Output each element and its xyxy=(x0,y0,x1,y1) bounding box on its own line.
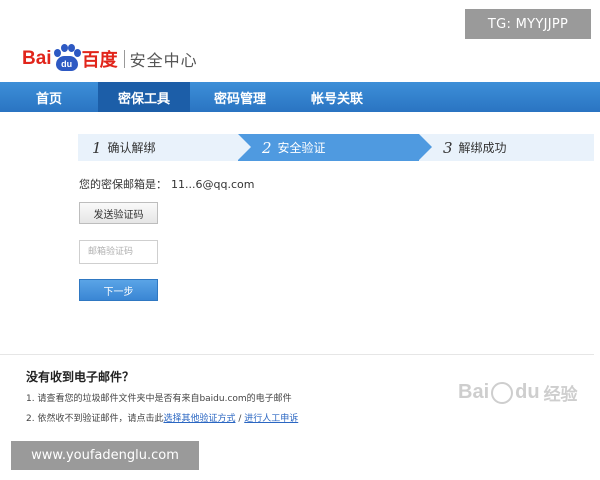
logo-du-text: du xyxy=(55,56,78,71)
nav-item-security-tools[interactable]: 密保工具 xyxy=(98,82,190,112)
help-title: 没有收到电子邮件？ xyxy=(26,370,135,384)
step-number: 2 xyxy=(262,138,272,157)
help-tip-1: 1. 请查看您的垃圾邮件文件夹中是否有来自baidu.com的电子邮件 xyxy=(26,394,292,404)
email-code-input[interactable] xyxy=(79,240,158,264)
help-tip-2: 2. 依然收不到验证邮件，请点击此选择其他验证方式 / 进行人工申诉 xyxy=(26,411,298,424)
section-divider xyxy=(0,354,594,355)
progress-steps: 1 确认解绑 2 安全验证 3 解绑成功 xyxy=(78,134,594,161)
step-confirm-unbind: 1 确认解绑 xyxy=(78,134,251,161)
step-security-verify: 2 安全验证 xyxy=(238,134,432,161)
nav-item-account-link[interactable]: 帐号关联 xyxy=(290,82,384,112)
jingyan-du-text: du xyxy=(515,381,540,403)
baidu-logo[interactable]: Bai du 百度 安全中心 xyxy=(22,42,198,76)
step-label: 解绑成功 xyxy=(458,141,507,155)
step-unbind-success: 3 解绑成功 xyxy=(419,134,594,161)
watermark-tg: TG: MYYJJPP xyxy=(465,9,591,39)
watermark-url: www.youfadenglu.com xyxy=(11,441,199,470)
step-label: 确认解绑 xyxy=(107,141,156,155)
send-code-button[interactable]: 发送验证码 xyxy=(79,202,158,224)
logo-divider xyxy=(123,50,125,68)
logo-bai-text: Bai xyxy=(22,48,52,69)
step-number: 1 xyxy=(92,138,102,157)
jingyan-paw-icon xyxy=(491,381,514,404)
next-step-button[interactable]: 下一步 xyxy=(79,279,158,301)
baidu-jingyan-watermark: Bai du 经验 xyxy=(458,380,578,405)
email-label: 您的密保邮箱是： xyxy=(79,178,167,191)
main-nav: 首页 密保工具 密码管理 帐号关联 xyxy=(0,82,600,112)
baidu-paw-icon: du xyxy=(53,44,81,74)
other-verify-method-link[interactable]: 选择其他验证方式 xyxy=(163,414,235,424)
manual-appeal-link[interactable]: 进行人工申诉 xyxy=(244,414,298,424)
nav-item-home[interactable]: 首页 xyxy=(0,82,98,112)
jingyan-cn-text: 经验 xyxy=(543,385,578,404)
step-number: 3 xyxy=(443,138,453,157)
step-label: 安全验证 xyxy=(277,141,326,155)
logo-subtitle: 安全中心 xyxy=(129,51,198,70)
email-value: 11...6@qq.com xyxy=(171,178,255,191)
help-link-separator: / xyxy=(235,414,245,424)
nav-item-password[interactable]: 密码管理 xyxy=(190,82,290,112)
logo-cn-text: 百度 xyxy=(81,50,118,71)
security-email-line: 您的密保邮箱是： 11...6@qq.com xyxy=(79,176,258,192)
help-tip-2-text: 2. 依然收不到验证邮件，请点击此 xyxy=(26,414,164,424)
jingyan-bai-text: Bai xyxy=(458,381,490,403)
